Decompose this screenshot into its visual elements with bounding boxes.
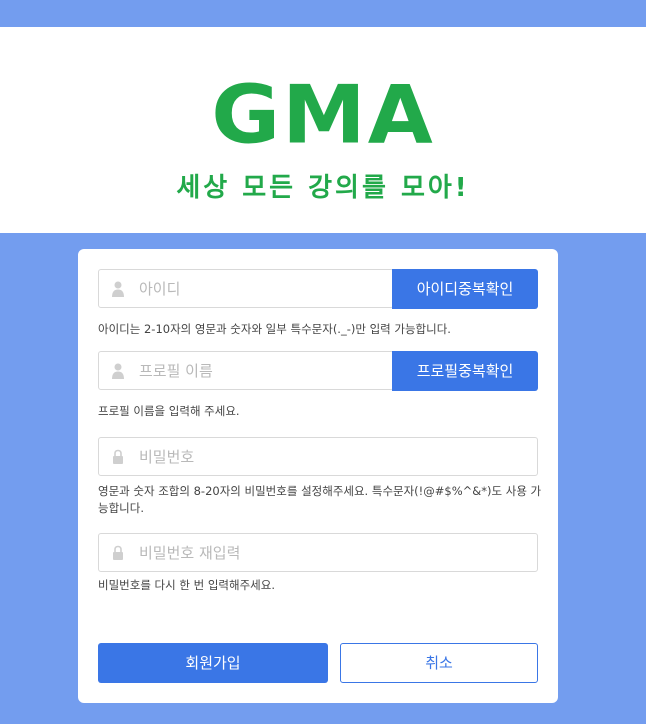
profile-field[interactable] bbox=[98, 351, 394, 390]
top-band bbox=[0, 0, 646, 27]
password-confirm-help-text: 비밀번호를 다시 한 번 입력해주세요. bbox=[98, 578, 275, 592]
profile-check-button[interactable]: 프로필중복확인 bbox=[392, 351, 538, 391]
lock-icon bbox=[113, 545, 123, 560]
user-icon bbox=[112, 363, 124, 379]
password-confirm-input[interactable] bbox=[139, 534, 527, 571]
tagline: 세상 모든 강의를 모아! bbox=[176, 173, 470, 203]
header: GMA 세상 모든 강의를 모아! bbox=[0, 27, 646, 233]
signup-button[interactable]: 회원가입 bbox=[98, 643, 328, 683]
user-icon bbox=[112, 281, 124, 297]
id-field[interactable] bbox=[98, 269, 394, 308]
profile-help-text: 프로필 이름을 입력해 주세요. bbox=[98, 404, 240, 418]
id-check-button[interactable]: 아이디중복확인 bbox=[392, 269, 538, 309]
id-input[interactable] bbox=[139, 270, 383, 307]
password-field[interactable] bbox=[98, 437, 538, 476]
password-input[interactable] bbox=[139, 438, 527, 475]
signup-card: 아이디중복확인 아이디는 2-10자의 영문과 숫자와 일부 특수문자(._-)… bbox=[78, 249, 558, 703]
logo: GMA bbox=[211, 68, 435, 162]
id-help-text: 아이디는 2-10자의 영문과 숫자와 일부 특수문자(._-)만 입력 가능합… bbox=[98, 322, 451, 336]
cancel-button[interactable]: 취소 bbox=[340, 643, 538, 683]
lock-icon bbox=[113, 449, 123, 464]
password-confirm-field[interactable] bbox=[98, 533, 538, 572]
profile-input[interactable] bbox=[139, 352, 383, 389]
password-help-text: 영문과 숫자 조합의 8-20자의 비밀번호를 설정해주세요. 특수문자(!@#… bbox=[98, 484, 542, 515]
